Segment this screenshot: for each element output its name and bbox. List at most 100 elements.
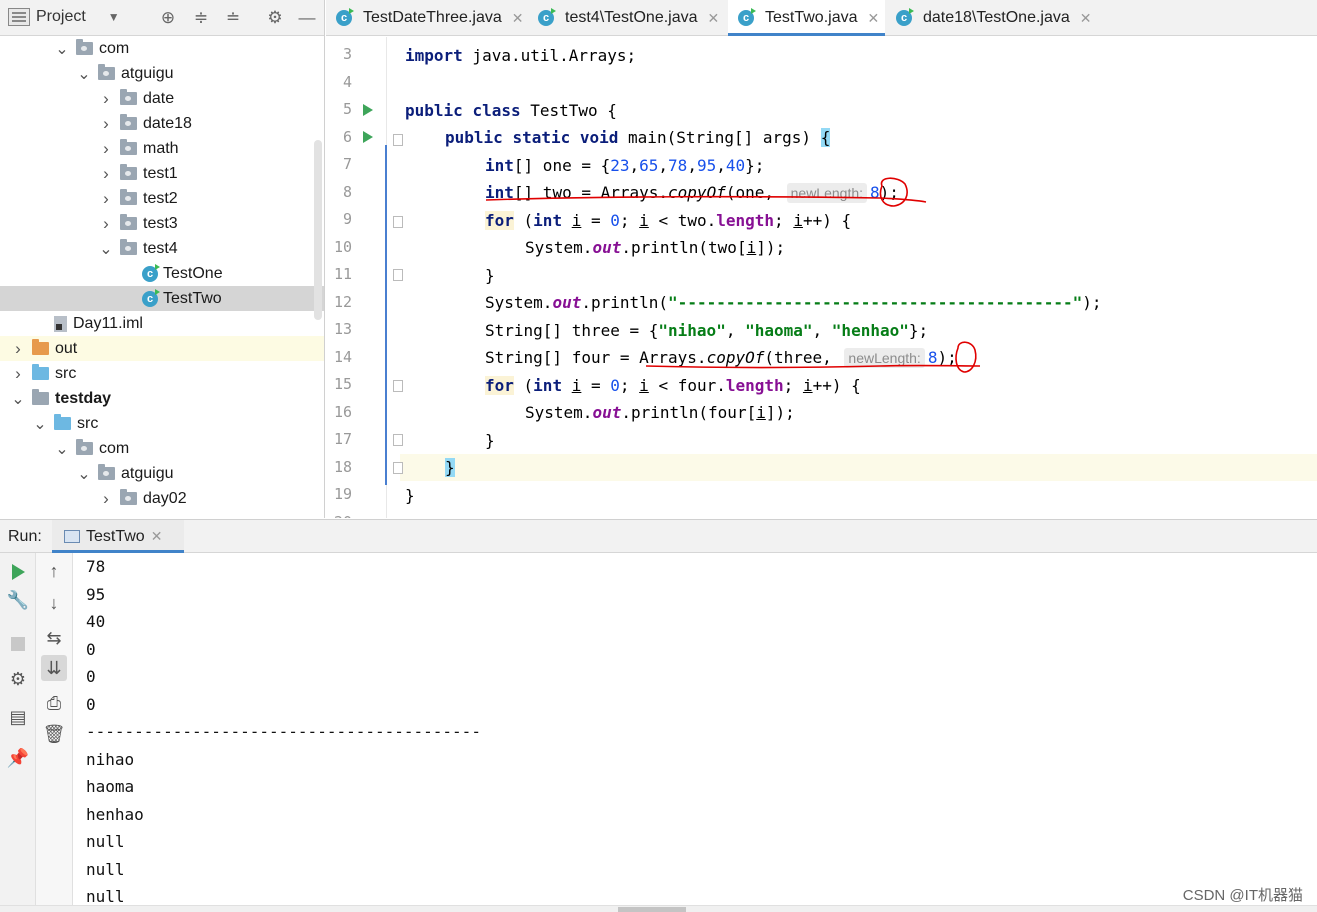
folder-icon (54, 414, 71, 430)
tree-item[interactable]: › date18 (0, 111, 324, 136)
gear-icon[interactable]: ⚙ (265, 8, 285, 28)
tab-test4-testone[interactable]: c test4\TestOne.java ✕ (528, 0, 726, 36)
tree-item-label: TestTwo (163, 289, 222, 307)
chevron-down-icon[interactable]: ⌄ (54, 439, 70, 459)
close-icon[interactable]: ✕ (708, 10, 720, 27)
arrow-up-icon[interactable]: ↑ (41, 558, 67, 584)
tree-item[interactable]: › src (0, 361, 324, 386)
chevron-right-icon[interactable]: › (98, 164, 114, 184)
chevron-right-icon[interactable]: › (10, 364, 26, 384)
chevron-right-icon[interactable]: › (98, 139, 114, 159)
tab-date18-testone[interactable]: c date18\TestOne.java ✕ (886, 0, 1096, 36)
run-tab-testtwo[interactable]: TestTwo ✕ (52, 520, 184, 553)
fold-icon[interactable] (393, 380, 403, 392)
project-scrollbar[interactable] (314, 140, 322, 320)
tree-item[interactable]: ⌄ testday (0, 386, 324, 411)
wrench-icon[interactable]: 🔧 (5, 587, 31, 613)
close-icon[interactable]: ✕ (512, 10, 524, 27)
tree-item-label: test3 (143, 214, 178, 232)
chevron-down-icon[interactable]: ⌄ (76, 464, 92, 484)
tab-testdatethree[interactable]: c TestDateThree.java ✕ (326, 0, 526, 36)
layout-icon[interactable]: ▤ (5, 704, 31, 730)
run-main-icon[interactable] (363, 131, 373, 143)
console-output[interactable]: 78 95 40 0 0 0 -------------------------------… (74, 553, 1317, 905)
fold-icon[interactable] (393, 134, 403, 146)
tree-item-label: com (99, 439, 130, 457)
tree-item-label: atguigu (121, 64, 174, 82)
tree-item[interactable]: › test2 (0, 186, 324, 211)
tab-testtwo[interactable]: c TestTwo.java ✕ (728, 0, 885, 36)
project-view-selector[interactable]: Project ▼ (8, 8, 120, 26)
tree-item[interactable]: ⌄ atguigu (0, 61, 324, 86)
chevron-down-icon[interactable]: ⌄ (32, 414, 48, 434)
tree-item[interactable]: ⌄ com (0, 36, 324, 61)
soft-wrap-icon[interactable]: ⇆ (41, 625, 67, 651)
project-title: Project (36, 8, 86, 25)
console-horizontal-scrollbar[interactable] (0, 905, 1317, 912)
tree-item[interactable]: ⌄ com (0, 436, 324, 461)
debug-icon[interactable]: ⚙ (5, 666, 31, 692)
scrollbar-thumb[interactable] (618, 907, 686, 912)
chevron-down-icon[interactable]: ⌄ (98, 239, 114, 259)
tab-label: date18\TestOne.java (923, 9, 1070, 26)
stop-icon[interactable] (11, 637, 25, 651)
pin-icon[interactable]: 📌 (5, 745, 31, 771)
code-editor[interactable]: 3 4 5 6 7 8 9 10 11 12 13 14 15 16 17 18 19 20 import jav… (326, 37, 1317, 518)
chevron-down-icon[interactable]: ⌄ (76, 64, 92, 84)
tree-item[interactable]: c TestTwo (0, 286, 324, 311)
code-line-7: int[] one = {23,65,78,95,40}; (485, 156, 765, 175)
hide-icon[interactable]: — (297, 8, 317, 28)
code-line-9: for (int i = 0; i < two.length; i++) { (485, 211, 852, 230)
java-class-icon: c (738, 8, 756, 26)
tree-item[interactable]: › out (0, 336, 324, 361)
tree-item[interactable]: › math (0, 136, 324, 161)
close-icon[interactable]: ✕ (1080, 10, 1092, 27)
locate-icon[interactable]: ⊕ (158, 8, 178, 28)
chevron-right-icon[interactable]: › (98, 114, 114, 134)
collapse-all-icon[interactable]: ≐ (223, 8, 243, 28)
chevron-right-icon[interactable]: › (98, 189, 114, 209)
line-number: 10 (333, 237, 352, 256)
chevron-right-icon[interactable]: › (98, 489, 114, 509)
fold-icon[interactable] (393, 269, 403, 281)
close-icon[interactable]: ✕ (867, 10, 879, 27)
scroll-to-end-icon[interactable]: ⇊ (41, 655, 67, 681)
folder-icon (32, 389, 49, 405)
tree-item[interactable]: › test3 (0, 211, 324, 236)
tree-item[interactable]: ⌄ atguigu (0, 461, 324, 486)
expand-all-icon[interactable]: ≑ (191, 8, 211, 28)
tree-item-label: testday (55, 389, 112, 407)
code-line-19: } (405, 486, 415, 505)
close-icon[interactable]: ✕ (151, 528, 163, 545)
tree-item-label: test4 (143, 239, 178, 257)
print-icon[interactable]: ⎙ (41, 690, 67, 716)
tree-item[interactable]: c TestOne (0, 261, 324, 286)
tree-item[interactable]: › date (0, 86, 324, 111)
chevron-down-icon[interactable]: ⌄ (10, 389, 26, 409)
tree-item[interactable]: › test1 (0, 161, 324, 186)
tree-item[interactable]: ⌄ src (0, 411, 324, 436)
line-number: 6 (342, 127, 352, 146)
line-number: 7 (342, 155, 352, 173)
tree-item[interactable]: ⌄ test4 (0, 236, 324, 261)
console-line: null (86, 832, 125, 851)
fold-icon[interactable] (393, 216, 403, 228)
line-number: 4 (342, 72, 352, 91)
chevron-right-icon[interactable]: › (98, 89, 114, 109)
run-class-icon[interactable] (363, 104, 373, 116)
tree-item[interactable]: Day11.iml (0, 311, 324, 336)
chevron-right-icon[interactable]: › (10, 339, 26, 359)
line-number: 9 (342, 210, 352, 228)
fold-icon[interactable] (393, 434, 403, 446)
tree-item[interactable]: › day02 (0, 486, 324, 511)
chevron-down-icon[interactable]: ⌄ (54, 39, 70, 59)
code-line-6: public static void main(String[] args) { (445, 128, 831, 147)
code-line-5: public class TestTwo { (405, 101, 617, 120)
rerun-icon[interactable] (12, 564, 25, 580)
console-line: ----------------------------------------… (86, 722, 481, 741)
trash-icon[interactable]: 🗑 (41, 721, 67, 747)
arrow-down-icon[interactable]: ↓ (41, 590, 67, 616)
chevron-right-icon[interactable]: › (98, 214, 114, 234)
line-number: 17 (333, 430, 352, 448)
fold-icon[interactable] (393, 462, 403, 474)
